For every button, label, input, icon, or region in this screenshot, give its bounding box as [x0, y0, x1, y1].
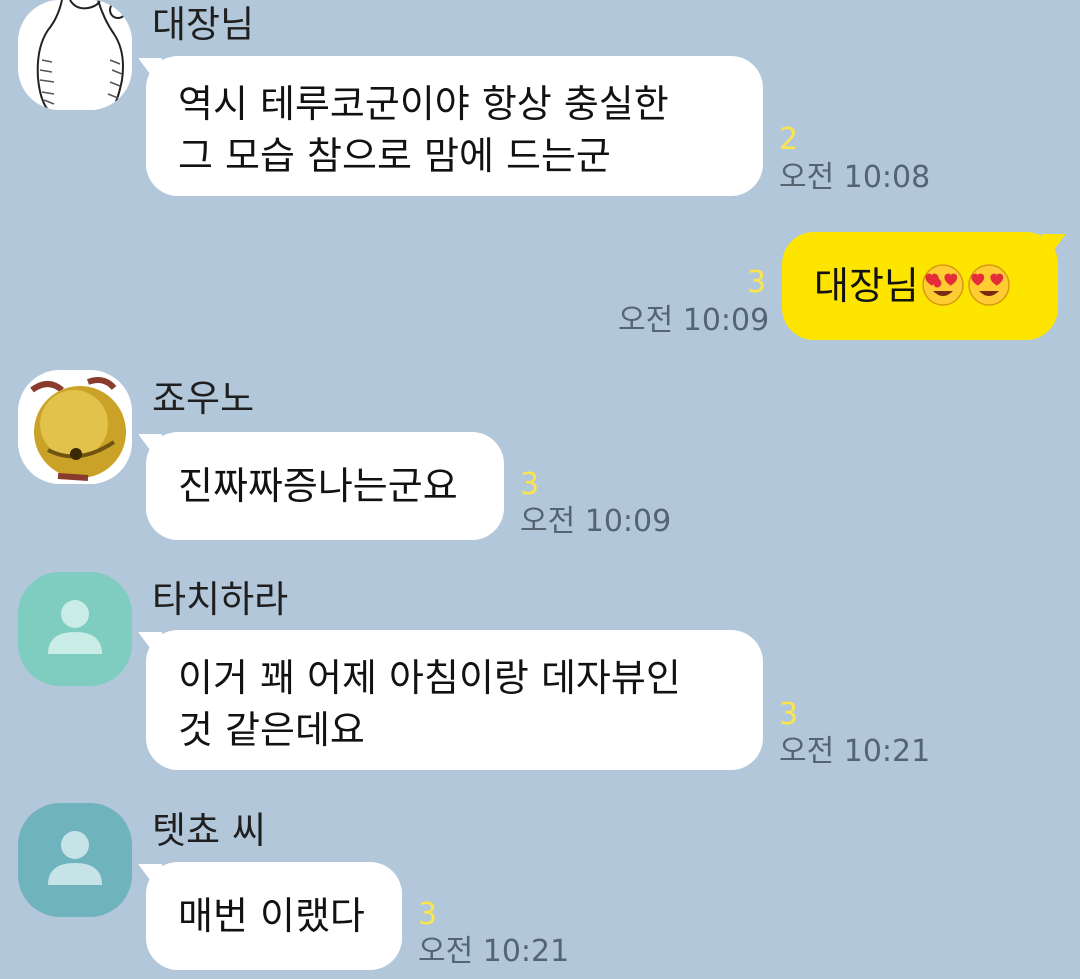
message-time: 오전 10:21	[418, 934, 570, 969]
unread-count: 3	[520, 467, 540, 502]
message-text: 진짜짜증나는군요	[178, 464, 458, 508]
message-bubble[interactable]: 진짜짜증나는군요	[146, 432, 504, 540]
message-text: 대장님	[814, 264, 919, 308]
avatar-sketch-portrait[interactable]	[18, 0, 132, 110]
message-bubble[interactable]: 이거 꽤 어제 아침이랑 데자뷰인 것 같은데요	[146, 630, 763, 770]
heart-eyes-emoji-icon	[967, 263, 1011, 320]
message-time: 오전 10:09	[520, 504, 672, 539]
unread-count: 2	[779, 122, 799, 157]
unread-count: 3	[747, 265, 767, 300]
unread-count: 3	[779, 697, 799, 732]
message-text: 매번 이랬다	[178, 894, 365, 938]
avatar-default-profile[interactable]	[18, 803, 132, 917]
sender-name: 대장님	[152, 3, 255, 46]
default-profile-icon	[48, 831, 102, 885]
sender-name: 텟쵸 씨	[152, 809, 266, 852]
golden-bell-icon	[18, 370, 132, 484]
message-time: 오전 10:09	[618, 303, 770, 338]
sender-name: 타치하라	[152, 578, 289, 621]
message-text: 이거 꽤 어제 아침이랑 데자뷰인	[178, 656, 681, 700]
my-message-bubble[interactable]: 대장님	[782, 232, 1058, 340]
message-text: 것 같은데요	[178, 708, 365, 752]
avatar-golden-bell[interactable]	[18, 370, 132, 484]
message-time: 오전 10:08	[779, 160, 931, 195]
message-text: 그 모습 참으로 맘에 드는군	[178, 134, 611, 178]
unread-count: 3	[418, 897, 438, 932]
default-profile-icon	[48, 600, 102, 654]
message-text: 역시 테루코군이야 항상 충실한	[178, 82, 669, 126]
message-time: 오전 10:21	[779, 734, 931, 769]
sender-name: 죠우노	[152, 377, 255, 420]
message-bubble[interactable]: 매번 이랬다	[146, 862, 402, 970]
avatar-default-profile[interactable]	[18, 572, 132, 686]
message-bubble[interactable]: 역시 테루코군이야 항상 충실한 그 모습 참으로 맘에 드는군	[146, 56, 763, 196]
sketch-portrait-icon	[18, 0, 132, 110]
heart-eyes-emoji-icon	[921, 263, 965, 320]
